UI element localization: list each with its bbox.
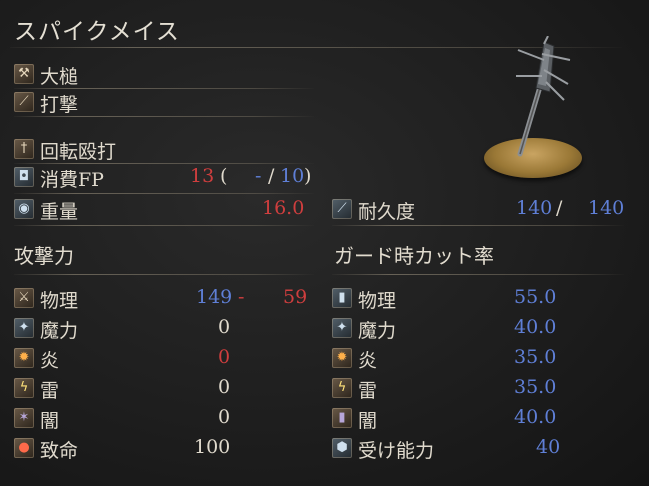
fire-shield-icon: ✹ [332, 348, 352, 368]
divider [14, 116, 314, 117]
attack-value-critical: 100 [194, 436, 231, 458]
durability-icon: ⟋ [332, 199, 352, 219]
durability-slash: / [556, 197, 563, 219]
lightning-shield-icon: ϟ [332, 378, 352, 398]
divider [332, 225, 624, 226]
stability-icon: ⬢ [332, 438, 352, 458]
attack-label-physical: 物理 [40, 290, 79, 312]
fp-cost-label: 消費FP [40, 169, 104, 191]
guard-label-stability: 受け能力 [358, 440, 435, 462]
skill-name: 回転殴打 [40, 141, 117, 163]
guard-cut-header: ガード時カット率 [334, 244, 494, 268]
hammer-icon: ⚒ [14, 64, 34, 84]
fp-paren-open: ( [220, 165, 228, 187]
spiked-mace-icon [516, 36, 571, 157]
attack-label-lightning: 雷 [40, 380, 60, 402]
physical-shield-icon: ▮ [332, 288, 352, 308]
guard-label-lightning: 雷 [358, 380, 378, 402]
divider [14, 163, 314, 164]
fp-max: 10 [280, 165, 305, 187]
guard-label-magic: 魔力 [358, 320, 397, 342]
guard-value-fire: 35.0 [514, 346, 557, 368]
guard-value-stability: 40 [536, 436, 561, 458]
sword-icon: ⚔ [14, 288, 34, 308]
item-name: スパイクメイス [14, 19, 180, 45]
attack-value-fire: 0 [218, 346, 231, 368]
attack-value-dark: 0 [218, 406, 231, 428]
skill-icon: † [14, 139, 34, 159]
lightning-icon: ϟ [14, 378, 34, 398]
divider [332, 274, 624, 275]
guard-value-magic: 40.0 [514, 316, 557, 338]
durability-current: 140 [516, 197, 553, 219]
attack-power-header: 攻撃力 [14, 244, 74, 268]
weight-label: 重量 [40, 201, 79, 223]
guard-value-physical: 55.0 [514, 286, 557, 308]
attack-label-critical: 致命 [40, 440, 79, 462]
fp-icon: ◘ [14, 167, 34, 187]
fp-cost-value: 13 [190, 165, 215, 187]
attack-label-fire: 炎 [40, 350, 60, 372]
guard-value-lightning: 35.0 [514, 376, 557, 398]
attack-bonus-physical: 59 [283, 286, 308, 308]
strike-icon: ⟋ [14, 92, 34, 112]
attack-label-dark: 闇 [40, 410, 60, 432]
divider [14, 225, 314, 226]
fp-slash: / [268, 165, 275, 187]
divider [14, 88, 314, 89]
attack-value-lightning: 0 [218, 376, 231, 398]
weight-icon: ◉ [14, 199, 34, 219]
attack-label-magic: 魔力 [40, 320, 79, 342]
magic-shield-icon: ✦ [332, 318, 352, 338]
fp-paren-close: ) [304, 165, 312, 187]
attack-type: 打撃 [40, 94, 79, 116]
durability-max: 140 [588, 197, 625, 219]
guard-label-fire: 炎 [358, 350, 378, 372]
divider [14, 193, 314, 194]
divider [14, 274, 314, 275]
attack-value-magic: 0 [218, 316, 231, 338]
fire-icon: ✹ [14, 348, 34, 368]
magic-icon: ✦ [14, 318, 34, 338]
critical-icon: ● [14, 438, 34, 458]
weight-value: 16.0 [262, 197, 305, 219]
attack-value-physical: 149 [196, 286, 233, 308]
durability-label: 耐久度 [358, 201, 416, 223]
dark-shield-icon: ▮ [332, 408, 352, 428]
guard-label-dark: 闇 [358, 410, 378, 432]
attack-dash-physical: - [238, 286, 245, 308]
guard-value-dark: 40.0 [514, 406, 557, 428]
guard-label-physical: 物理 [358, 290, 397, 312]
dark-icon: ✶ [14, 408, 34, 428]
fp-current: - [255, 165, 262, 187]
weapon-type: 大槌 [40, 66, 79, 88]
